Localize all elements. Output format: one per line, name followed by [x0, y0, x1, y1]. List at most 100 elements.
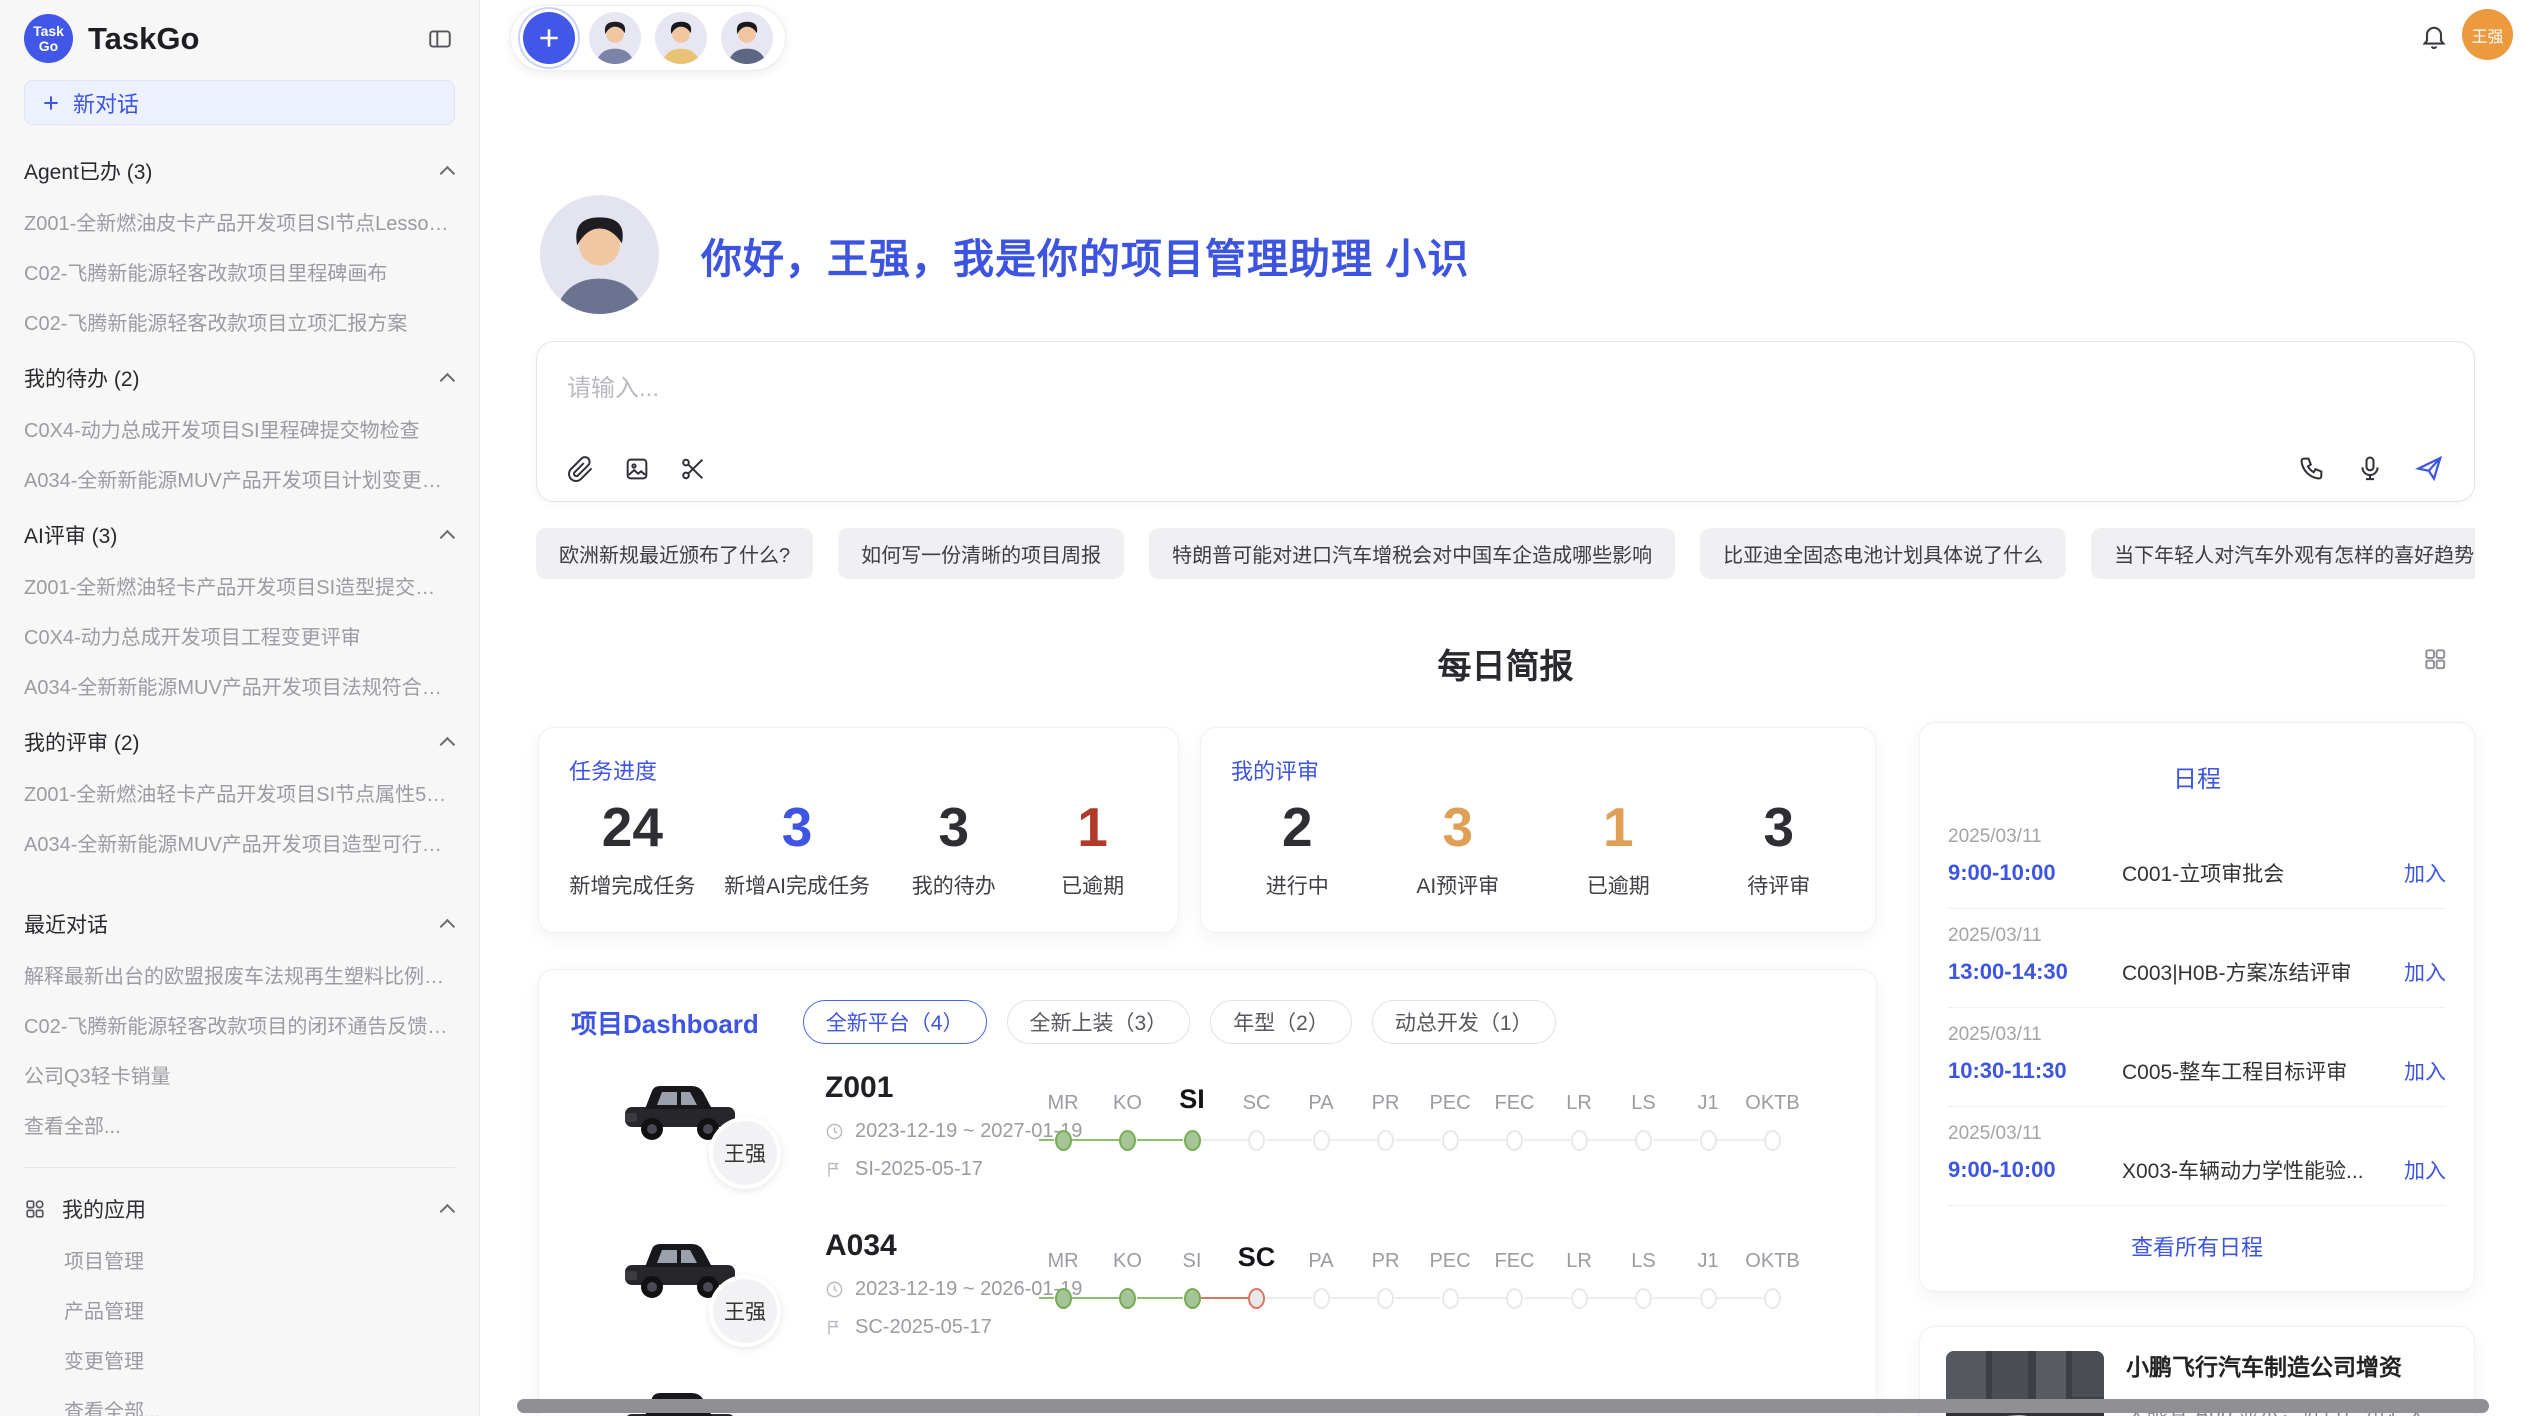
stat-label: AI预评审	[1403, 870, 1513, 900]
project-dashboard-card: 项目Dashboard 全新平台（4） 全新上装（3） 年型（2） 动总开发（1） 王…	[538, 969, 1877, 1416]
member-avatar[interactable]	[655, 12, 707, 64]
send-icon[interactable]	[2414, 453, 2444, 483]
logo-line2: Go	[39, 39, 58, 54]
schedule-meeting-name: X003-车辆动力学性能验...	[2122, 1155, 2392, 1185]
milestone-label-MR: MR	[1047, 1250, 1078, 1273]
join-meeting-link[interactable]: 加入	[2404, 957, 2446, 987]
sidebar-item[interactable]: C02-飞腾新能源轻客改款项目立项汇报方案	[24, 307, 455, 336]
sidebar-item[interactable]: A034-全新新能源MUV产品开发项目法规符合性评审	[24, 671, 455, 700]
schedule-item-row: 9:00-10:00X003-车辆动力学性能验... 加入	[1948, 1155, 2446, 1185]
sidebar-item[interactable]: Z001-全新燃油轻卡产品开发项目SI节点属性5D文件评审	[24, 778, 455, 807]
sidebar-app-item[interactable]: 变更管理	[64, 1345, 479, 1374]
view-all-link[interactable]: 查看全部...	[24, 1110, 455, 1139]
sidebar-sections: Agent已办 (3) Z001-全新燃油皮卡产品开发项目SI节点Lesson L…	[0, 125, 479, 1139]
sidebar-item[interactable]: A034-全新新能源MUV产品开发项目造型可行性评审	[24, 828, 455, 857]
sidebar-collapse-icon[interactable]	[427, 26, 453, 52]
sidebar-item[interactable]: Z001-全新燃油皮卡产品开发项目SI节点Lesson Learn报告	[24, 207, 455, 236]
sidebar-item[interactable]: C0X4-动力总成开发项目SI里程碑提交物检查	[24, 414, 455, 443]
suggestion-chip[interactable]: 欧洲新规最近颁布了什么?	[536, 528, 813, 579]
sidebar-item[interactable]: 解释最新出台的欧盟报废车法规再生塑料比例被调至15%...	[24, 960, 455, 989]
milestone-label-SI: SI	[1179, 1084, 1205, 1115]
user-avatar[interactable]: 王强	[2462, 9, 2513, 60]
dashboard-tab-3[interactable]: 年型（2）	[1210, 1000, 1352, 1044]
suggestion-chip[interactable]: 如何写一份清晰的项目周报	[838, 528, 1124, 579]
app-logo: Task Go	[24, 14, 73, 63]
sidebar-item[interactable]: A034-全新新能源MUV产品开发项目计划变更表编写	[24, 464, 455, 493]
member-avatar[interactable]	[721, 12, 773, 64]
schedule-item-row: 13:00-14:30C003|H0B-方案冻结评审加入	[1948, 957, 2446, 987]
milestone-label-KO: KO	[1113, 1250, 1142, 1273]
milestone-segment	[1072, 1297, 1119, 1299]
horizontal-scrollbar-thumb[interactable]	[517, 1399, 2489, 1413]
suggestion-chip[interactable]: 特朗普可能对进口汽车增税会对中国车企造成哪些影响	[1149, 528, 1675, 579]
sidebar-section-header[interactable]: Agent已办 (3)	[24, 156, 455, 186]
attachment-icon[interactable]	[567, 455, 595, 483]
milestone-label-J1: J1	[1697, 1092, 1718, 1115]
notification-bell-icon[interactable]	[2420, 22, 2448, 50]
join-meeting-link[interactable]: 加入	[2404, 1155, 2446, 1185]
dashboard-tab-2[interactable]: 全新上装（3）	[1007, 1000, 1191, 1044]
sidebar-item[interactable]: Z001-全新燃油轻卡产品开发项目SI造型提交物评审	[24, 571, 455, 600]
milestone-dot-KO	[1119, 1130, 1136, 1151]
milestone-dot-SI	[1184, 1288, 1201, 1309]
member-avatar[interactable]	[589, 12, 641, 64]
sidebar-app-item[interactable]: 产品管理	[64, 1295, 479, 1324]
image-upload-icon[interactable]	[623, 455, 651, 483]
milestone-segment	[1653, 1297, 1700, 1299]
sidebar-app-item[interactable]: 项目管理	[64, 1245, 479, 1274]
flag-icon	[825, 1160, 844, 1179]
suggestion-chip[interactable]: 当下年轻人对汽车外观有怎样的喜好趋势	[2091, 528, 2475, 579]
schedule-meeting-name: C003|H0B-方案冻结评审	[2122, 957, 2392, 987]
milestone-segment	[1717, 1139, 1764, 1141]
join-meeting-link[interactable]: 加入	[2404, 1056, 2446, 1086]
suggestion-chip[interactable]: 比亚迪全固态电池计划具体说了什么	[1700, 528, 2066, 579]
sidebar-section-header[interactable]: 最近对话	[24, 909, 455, 939]
microphone-icon[interactable]	[2356, 454, 2384, 482]
view-all-apps-link[interactable]: 查看全部...	[64, 1395, 479, 1416]
sidebar-section-header[interactable]: AI评审 (3)	[24, 520, 455, 550]
milestone-label-SC: SC	[1243, 1092, 1271, 1115]
news-title: 小鹏飞行汽车制造公司增资	[2126, 1351, 2448, 1383]
milestone-segment	[1201, 1139, 1248, 1141]
milestone-segment	[1395, 1139, 1442, 1141]
sidebar-section-header[interactable]: 我的评审 (2)	[24, 727, 455, 757]
schedule-time: 9:00-10:00	[1948, 1157, 2122, 1183]
stat-value: 1	[1038, 790, 1148, 864]
milestone-dot-SC	[1248, 1130, 1265, 1151]
scissors-screenshot-icon[interactable]	[679, 455, 707, 483]
project-row-Z001: 王强Z0012023-12-19 ~ 2027-01-19SI-2025-05-…	[539, 1067, 1876, 1217]
chat-composer	[536, 341, 2475, 502]
dashboard-tab-1[interactable]: 全新平台（4）	[803, 1000, 987, 1044]
sidebar-item[interactable]: C0X4-动力总成开发项目工程变更评审	[24, 621, 455, 650]
milestone-segment	[1588, 1297, 1635, 1299]
clock-icon	[825, 1280, 844, 1299]
briefing-layout-icon[interactable]	[2422, 646, 2448, 672]
add-member-button[interactable]	[523, 12, 575, 64]
milestone-label-PEC: PEC	[1429, 1250, 1470, 1273]
view-all-schedule-link[interactable]: 查看所有日程	[1920, 1230, 2474, 1262]
milestone-label-PEC: PEC	[1429, 1092, 1470, 1115]
sidebar-item[interactable]: C02-飞腾新能源轻客改款项目的闭环通告反馈情况	[24, 1010, 455, 1039]
milestone-dot-PR	[1377, 1288, 1394, 1309]
greeting-block: 你好，王强，我是你的项目管理助理 小识	[540, 195, 1469, 314]
milestone-dot-LS	[1635, 1288, 1652, 1309]
join-meeting-link[interactable]: 加入	[2404, 858, 2446, 888]
stat-value: 3	[1403, 790, 1513, 864]
project-row-A034: 王强A0342023-12-19 ~ 2026-01-19SC-2025-05-…	[539, 1225, 1876, 1375]
sidebar-item-my-apps[interactable]: 我的应用	[24, 1194, 455, 1224]
chat-input[interactable]	[537, 342, 2474, 428]
schedule-meeting-name: C005-整车工程目标评审	[2122, 1056, 2392, 1086]
sidebar-item[interactable]: 公司Q3轻卡销量	[24, 1060, 455, 1089]
sidebar-section-header[interactable]: 我的待办 (2)	[24, 363, 455, 393]
stat-value: 2	[1242, 790, 1352, 864]
sidebar-item[interactable]: C02-飞腾新能源轻客改款项目里程碑画布	[24, 257, 455, 286]
milestone-dot-PA	[1313, 1130, 1330, 1151]
sidebar-app-items: 项目管理产品管理变更管理查看全部...	[0, 1245, 479, 1416]
phone-call-icon[interactable]	[2298, 454, 2326, 482]
new-chat-button[interactable]: 新对话	[24, 80, 455, 125]
dashboard-title: 项目Dashboard	[571, 1004, 759, 1041]
logo-line1: Task	[33, 24, 64, 39]
schedule-item-row: 9:00-10:00C001-立项审批会加入	[1948, 858, 2446, 888]
milestone-segment	[1459, 1297, 1506, 1299]
dashboard-tab-4[interactable]: 动总开发（1）	[1372, 1000, 1556, 1044]
